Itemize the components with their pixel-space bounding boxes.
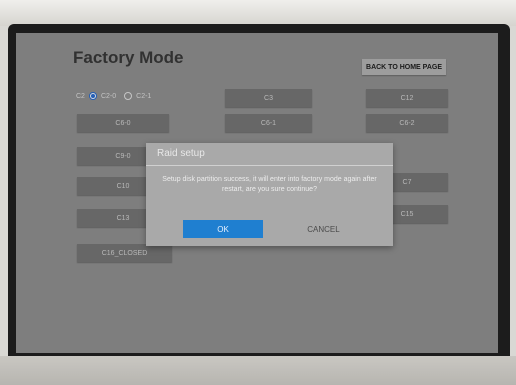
dialog-header: Raid setup xyxy=(146,143,393,166)
photo-background-bottom xyxy=(0,356,516,385)
device-screen: Factory Mode BACK TO HOME PAGE C2 C2-0 C… xyxy=(16,33,498,353)
dialog-title: Raid setup xyxy=(157,148,205,159)
photo-background-top xyxy=(0,0,516,26)
dialog-message: Setup disk partition success, it will en… xyxy=(162,176,377,193)
ok-button[interactable]: OK xyxy=(183,220,263,238)
raid-setup-dialog: Raid setup Setup disk partition success,… xyxy=(146,143,393,246)
cancel-button[interactable]: CANCEL xyxy=(286,220,361,238)
